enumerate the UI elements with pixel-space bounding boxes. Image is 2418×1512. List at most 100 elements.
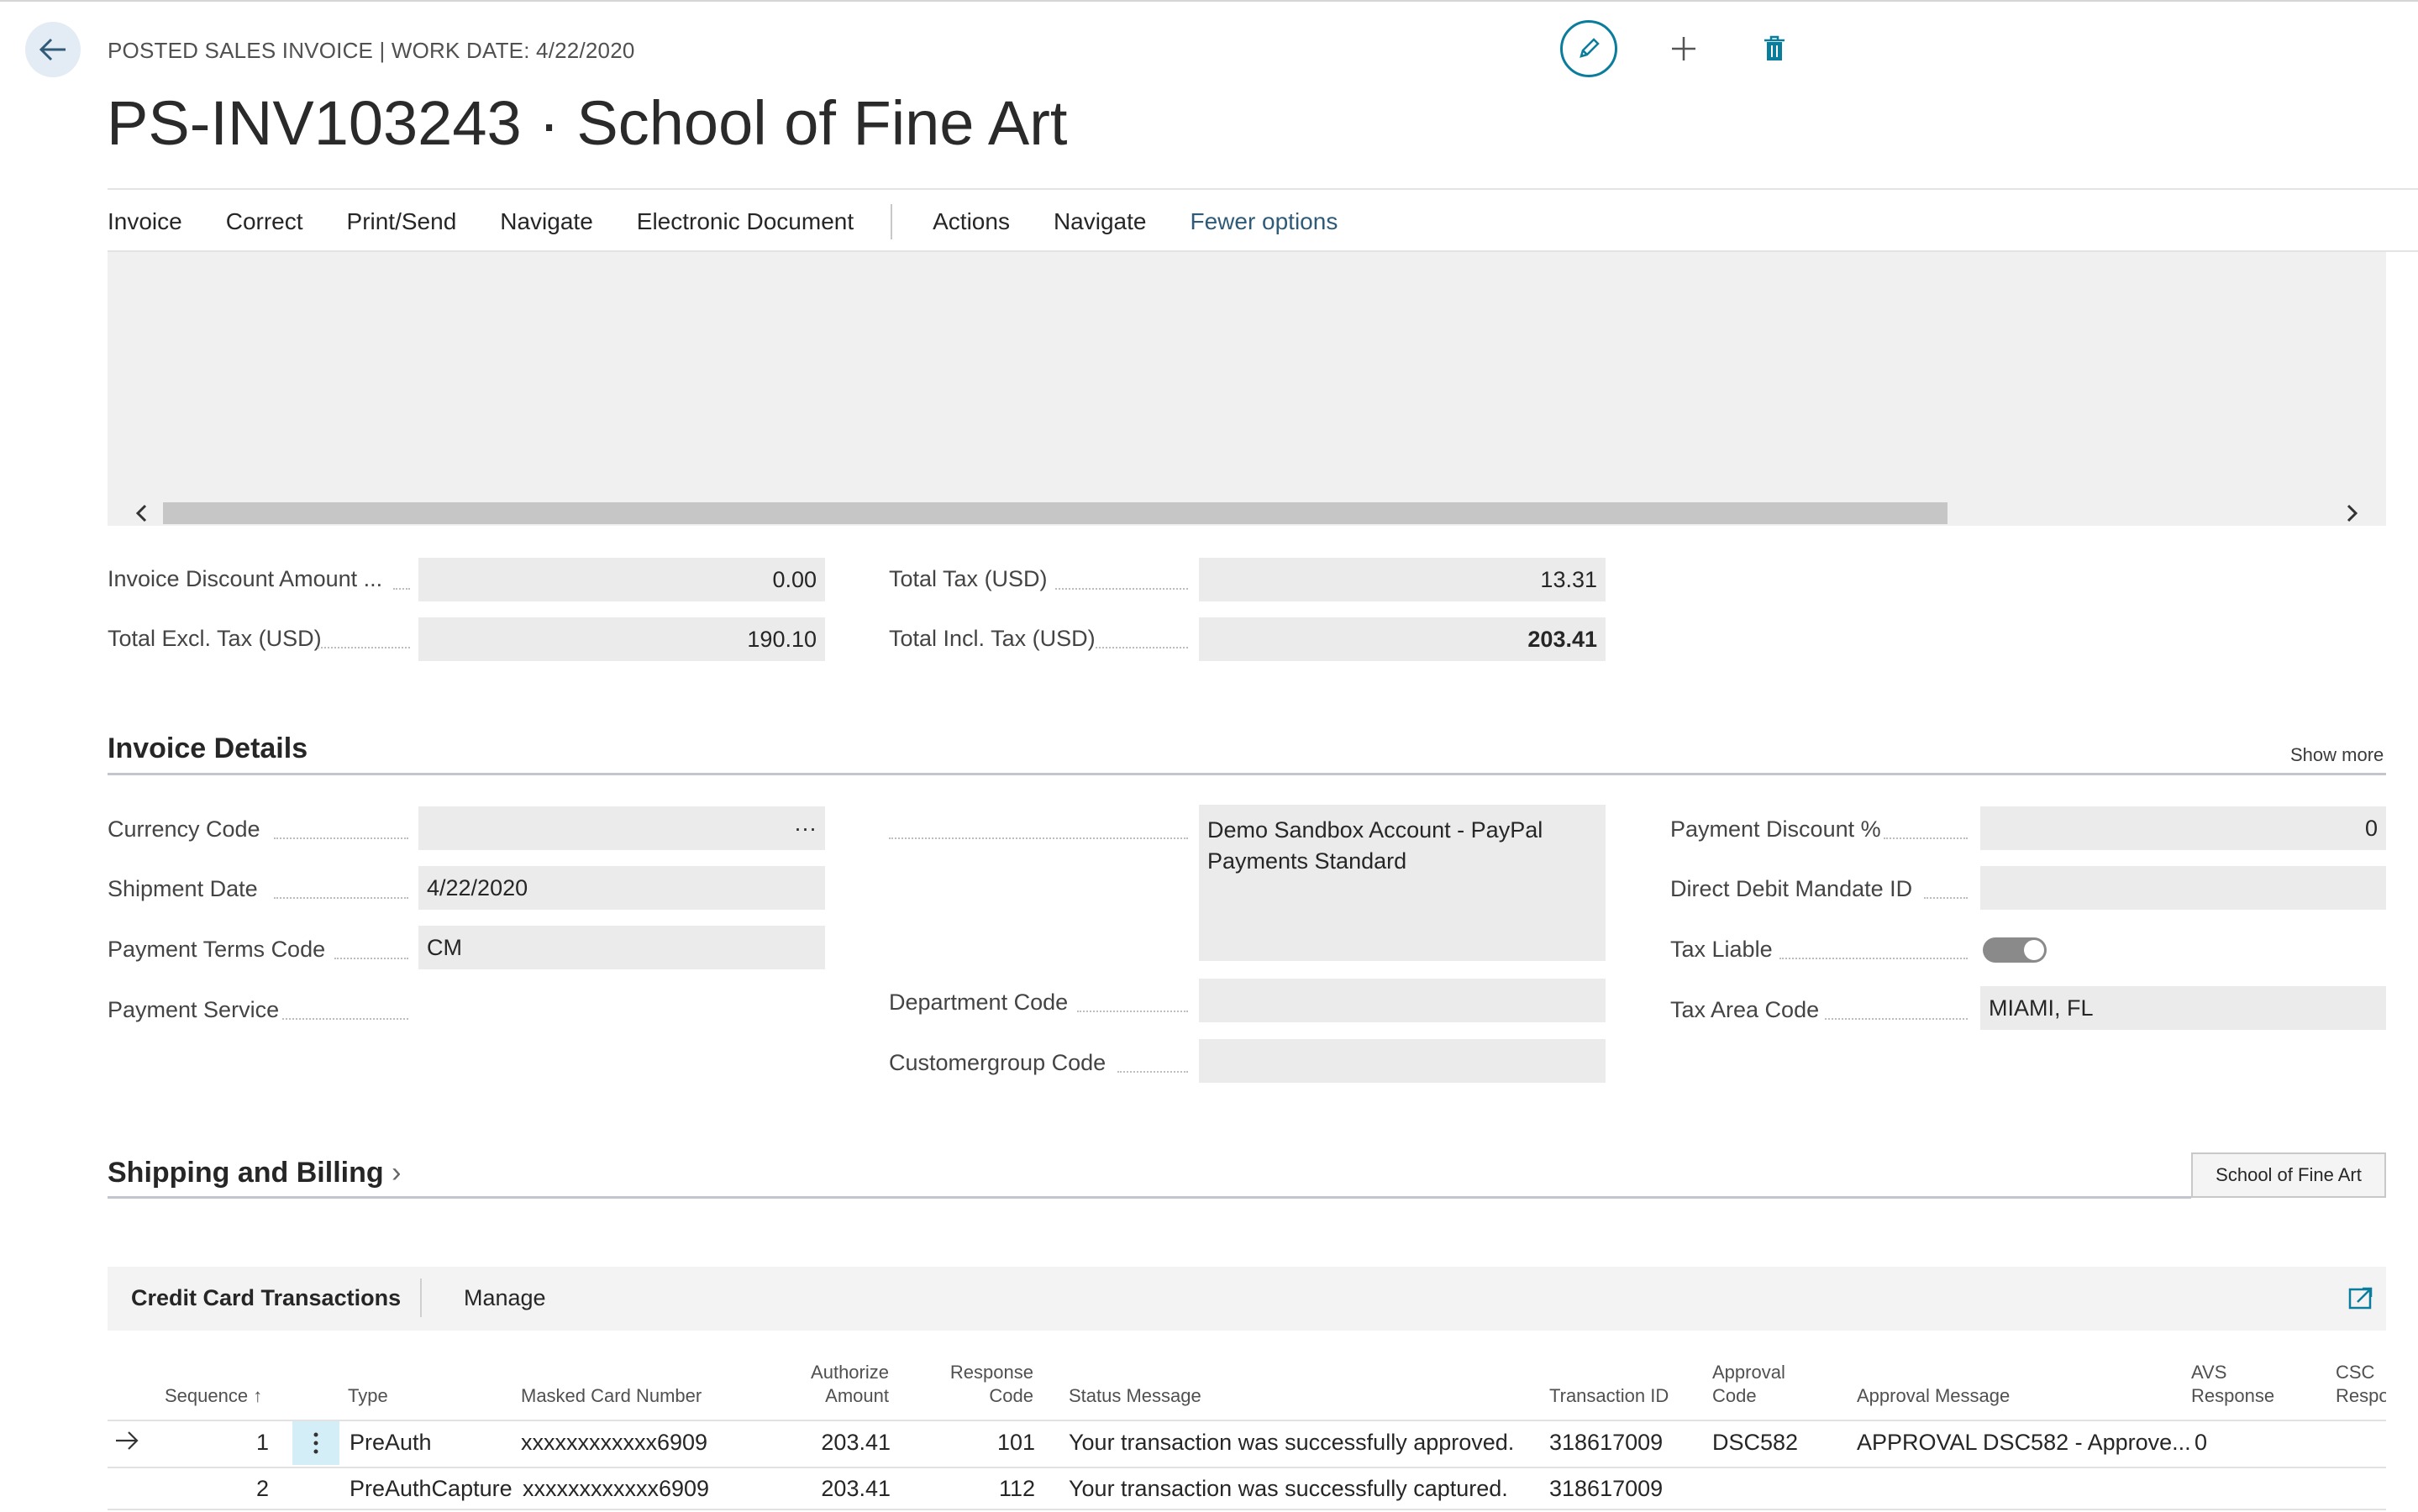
lookup-icon[interactable]: ··· [794, 816, 817, 842]
row1-approval-code: DSC582 [1712, 1430, 1799, 1455]
menu-invoice[interactable]: Invoice [108, 208, 182, 235]
shipping-billing-heading[interactable]: Shipping and Billing › [108, 1157, 401, 1189]
menu-actions[interactable]: Actions [933, 208, 1010, 235]
col-approval-code[interactable]: Approval Code [1712, 1361, 1785, 1408]
payment-discount-field[interactable]: 0 [1980, 806, 2386, 850]
back-button[interactable] [25, 22, 81, 77]
pencil-icon [1580, 38, 1600, 58]
col-response-code[interactable]: Response Code [924, 1361, 1033, 1408]
department-code-label: Department Code [889, 990, 1069, 1015]
col-status-message[interactable]: Status Message [1069, 1384, 1201, 1408]
total-incl-label: Total Incl. Tax (USD) [889, 626, 1096, 651]
toggle-knob [2024, 940, 2044, 960]
tab-manage[interactable]: Manage [464, 1285, 546, 1311]
payment-service-label: Payment Service [108, 997, 280, 1022]
col-type[interactable]: Type [348, 1384, 388, 1408]
menu-navigate[interactable]: Navigate [500, 208, 593, 235]
col-sequence[interactable]: Sequence ↑ [165, 1384, 262, 1408]
tax-liable-toggle[interactable] [1983, 937, 2047, 963]
shipment-date-field[interactable]: 4/22/2020 [418, 866, 825, 910]
row2-amount: 203.41 [821, 1476, 891, 1501]
invoice-details-heading[interactable]: Invoice Details [108, 732, 308, 765]
menu-print-send[interactable]: Print/Send [347, 208, 457, 235]
shipment-date-label: Shipment Date [108, 876, 258, 901]
delete-button[interactable] [1744, 18, 1805, 79]
cc-tabs-bar [108, 1267, 2386, 1331]
row2-transaction-id: 318617009 [1549, 1476, 1664, 1501]
leader-dots [1077, 1011, 1188, 1012]
row2-type[interactable]: PreAuthCapture [350, 1476, 513, 1502]
leader-dots [274, 897, 408, 899]
payment-service-line1: Demo Sandbox Account - PayPal [1207, 817, 1543, 843]
currency-code-field[interactable]: ··· [418, 806, 825, 850]
header-divider [108, 1420, 2386, 1421]
payment-discount-label: Payment Discount % [1670, 816, 1881, 842]
section-divider [108, 1196, 2191, 1199]
customergroup-code-field[interactable] [1199, 1039, 1606, 1083]
chevron-right-icon: › [392, 1157, 402, 1189]
leader-dots [393, 588, 410, 590]
payment-terms-field[interactable]: CM [418, 926, 825, 969]
invoice-discount-label: Invoice Discount Amount ... [108, 566, 383, 591]
tax-area-field[interactable]: MIAMI, FL [1980, 986, 2386, 1030]
menu-navigate-2[interactable]: Navigate [1054, 208, 1147, 235]
row1-avs-response: 0 [2195, 1430, 2208, 1455]
leader-dots [1779, 958, 1968, 959]
total-excl-field: 190.10 [418, 617, 825, 661]
edit-button[interactable] [1560, 20, 1617, 77]
leader-dots [1117, 1071, 1188, 1073]
action-menu: Invoice Correct Print/Send Navigate Elec… [108, 204, 1381, 239]
row2-response-code: 112 [998, 1476, 1035, 1501]
row-divider [108, 1467, 2386, 1468]
scroll-left-icon[interactable] [131, 501, 153, 529]
leader-dots [889, 837, 1188, 839]
row1-approval-message: APPROVAL DSC582 - Approve... [1857, 1430, 2191, 1455]
tab-separator [420, 1278, 422, 1317]
ship-to-button[interactable]: School of Fine Art [2191, 1152, 2386, 1198]
row1-type[interactable]: PreAuth [350, 1430, 432, 1456]
col-authorize-amount[interactable]: Authorize Amount [781, 1361, 889, 1408]
tax-liable-label: Tax Liable [1670, 937, 1773, 962]
menu-electronic-document[interactable]: Electronic Document [637, 208, 854, 235]
row1-amount: 203.41 [821, 1430, 891, 1455]
direct-debit-field[interactable] [1980, 866, 2386, 910]
col-transaction-id[interactable]: Transaction ID [1549, 1384, 1669, 1408]
lines-area [108, 252, 2386, 502]
invoice-discount-field[interactable]: 0.00 [418, 558, 825, 601]
page-caption: POSTED SALES INVOICE | WORK DATE: 4/22/2… [108, 38, 635, 63]
row1-transaction-id: 318617009 [1549, 1430, 1664, 1455]
leader-dots [318, 647, 410, 648]
more-vertical-icon [313, 1432, 318, 1454]
leader-dots [274, 837, 408, 839]
payment-service-field[interactable]: Demo Sandbox Account - PayPal Payments S… [1199, 805, 1606, 961]
department-code-field[interactable] [1199, 979, 1606, 1022]
payment-service-line2: Payments Standard [1207, 848, 1407, 874]
currency-code-label: Currency Code [108, 816, 260, 842]
leader-dots [1096, 647, 1188, 648]
col-csc-response[interactable]: CSC Respo [2336, 1361, 2386, 1408]
leader-dots [334, 958, 408, 959]
scrollbar-thumb[interactable] [163, 502, 1948, 524]
total-tax-field: 13.31 [1199, 558, 1606, 601]
row-actions-button[interactable] [292, 1421, 339, 1465]
scroll-right-icon[interactable] [2341, 501, 2363, 529]
arrow-left-icon [39, 38, 66, 61]
menu-correct[interactable]: Correct [226, 208, 303, 235]
fewer-options-link[interactable]: Fewer options [1190, 208, 1338, 235]
shipping-billing-label: Shipping and Billing [108, 1157, 384, 1189]
col-masked-card[interactable]: Masked Card Number [521, 1384, 702, 1408]
row-divider [108, 1509, 2386, 1510]
direct-debit-label: Direct Debit Mandate ID [1670, 876, 1913, 901]
page-title: PS-INV103243 · School of Fine Art [107, 88, 1068, 158]
row2-masked-card: xxxxxxxxxxxx6909 [523, 1476, 710, 1501]
col-response-line1: Response [949, 1362, 1033, 1383]
col-avs-response[interactable]: AVS Response [2191, 1361, 2274, 1408]
expand-icon[interactable] [2347, 1285, 2374, 1316]
row2-status-message: Your transaction was successfully captur… [1069, 1476, 1508, 1501]
row1-status-message: Your transaction was successfully approv… [1069, 1430, 1515, 1455]
col-approval-message[interactable]: Approval Message [1857, 1384, 2010, 1408]
show-more-link[interactable]: Show more [2290, 744, 2384, 766]
leader-dots [1055, 588, 1188, 590]
new-button[interactable] [1653, 18, 1714, 79]
tab-credit-card-transactions[interactable]: Credit Card Transactions [131, 1285, 401, 1311]
